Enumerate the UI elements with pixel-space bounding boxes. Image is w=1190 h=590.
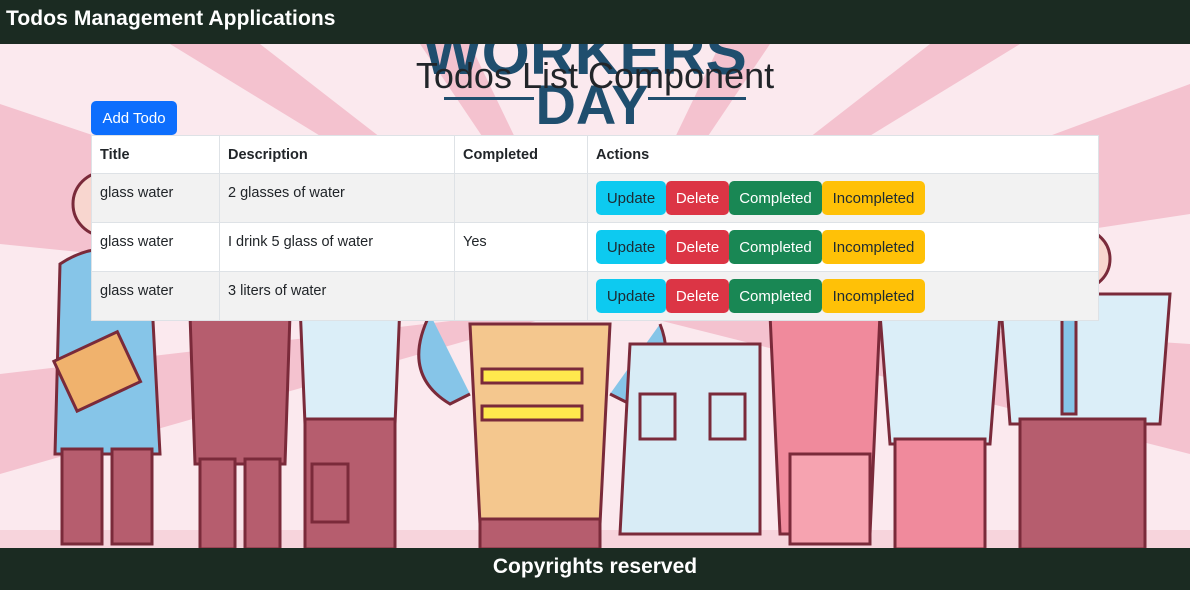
- todo-description: 2 glasses of water: [219, 173, 455, 223]
- update-button[interactable]: Update: [596, 181, 666, 215]
- table-row: glass water 2 glasses of water Update Del…: [91, 173, 1099, 223]
- table-row: glass water I drink 5 glass of water Yes…: [91, 222, 1099, 272]
- footer-copyright: Copyrights reserved: [492, 555, 698, 578]
- todo-completed: Yes: [454, 222, 588, 272]
- column-header-description: Description: [219, 135, 455, 174]
- top-navbar: Todos Management Applications: [0, 0, 1190, 44]
- todo-description: 3 liters of water: [219, 271, 455, 321]
- page-footer: Copyrights reserved: [0, 548, 1190, 590]
- table-row: glass water 3 liters of water Update Dele…: [91, 271, 1099, 321]
- todo-title: glass water: [91, 222, 220, 272]
- column-header-actions: Actions: [587, 135, 1099, 174]
- mark-incompleted-button[interactable]: Incompleted: [822, 279, 925, 313]
- mark-completed-button[interactable]: Completed: [729, 230, 822, 264]
- app-brand[interactable]: Todos Management Applications: [6, 7, 336, 31]
- todo-title: glass water: [91, 173, 220, 223]
- mark-completed-button[interactable]: Completed: [729, 181, 822, 215]
- todo-completed: [454, 271, 588, 321]
- todo-description: I drink 5 glass of water: [219, 222, 455, 272]
- todo-title: glass water: [91, 271, 220, 321]
- delete-button[interactable]: Delete: [666, 279, 729, 313]
- page-title: Todos List Component: [415, 55, 775, 96]
- add-todo-button[interactable]: Add Todo: [91, 101, 177, 135]
- mark-incompleted-button[interactable]: Incompleted: [822, 181, 925, 215]
- table-header-row: Title Description Completed Actions: [91, 135, 1099, 174]
- column-header-completed: Completed: [454, 135, 588, 174]
- mark-incompleted-button[interactable]: Incompleted: [822, 230, 925, 264]
- mark-completed-button[interactable]: Completed: [729, 279, 822, 313]
- update-button[interactable]: Update: [596, 279, 666, 313]
- todos-table: Title Description Completed Actions glas…: [91, 135, 1099, 321]
- delete-button[interactable]: Delete: [666, 230, 729, 264]
- update-button[interactable]: Update: [596, 230, 666, 264]
- column-header-title: Title: [91, 135, 220, 174]
- todo-completed: [454, 173, 588, 223]
- todo-actions: Update Delete Completed Incompleted: [587, 173, 1099, 223]
- delete-button[interactable]: Delete: [666, 181, 729, 215]
- todo-actions: Update Delete Completed Incompleted: [587, 222, 1099, 272]
- todo-actions: Update Delete Completed Incompleted: [587, 271, 1099, 321]
